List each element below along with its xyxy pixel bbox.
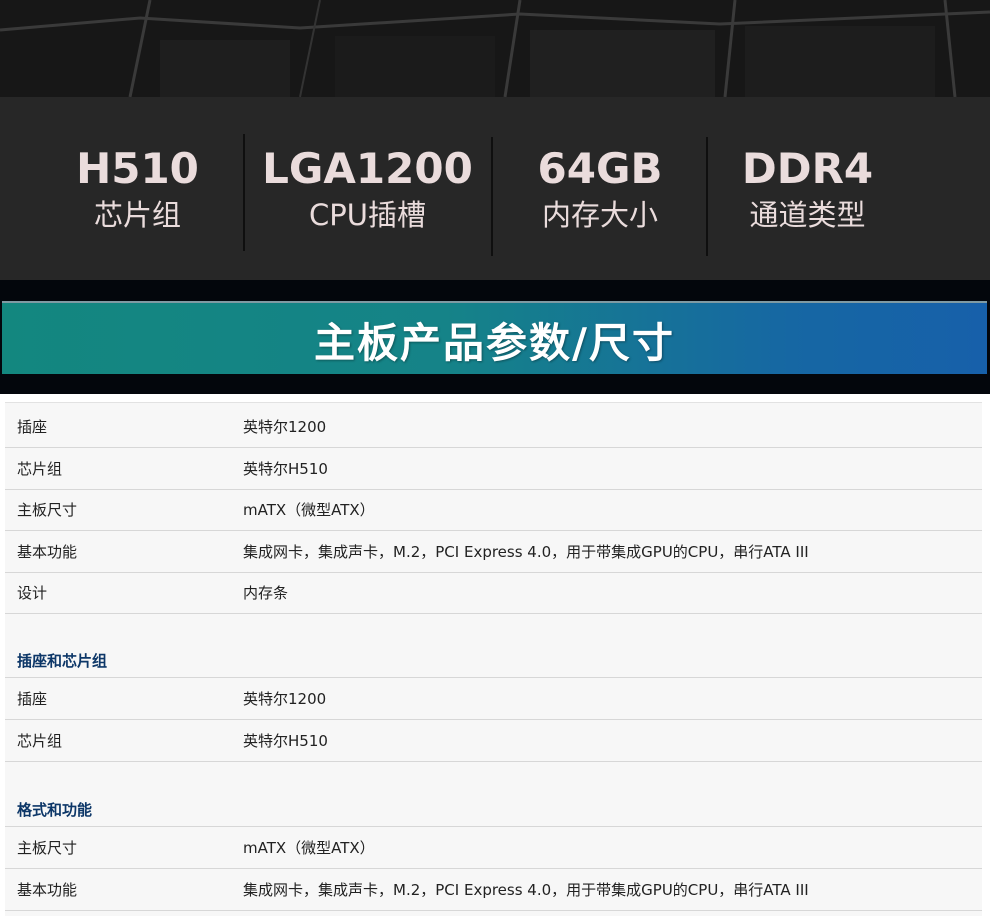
- row-key: 插座: [17, 690, 48, 708]
- row-value: mATX（微型ATX）: [243, 839, 375, 857]
- row-key: 主板尺寸: [17, 839, 78, 857]
- spec-strip: H510 芯片组 LGA1200 CPU插槽 64GB 内存大小 DDR4 通道…: [0, 97, 990, 280]
- row-value: 英特尔1200: [243, 418, 327, 436]
- hero-background: [0, 0, 990, 97]
- row-value: 集成网卡，集成声卡，M.2，PCI Express 4.0，用于带集成GPU的C…: [243, 543, 809, 561]
- row-key: 主板尺寸: [17, 501, 78, 519]
- table-row: 设计 内存条: [5, 572, 982, 614]
- spec-table: 插座 英特尔1200 芯片组 英特尔H510 主板尺寸 mATX（微型ATX） …: [5, 402, 982, 916]
- spec-value: 64GB: [537, 143, 663, 193]
- row-value: 内存条: [243, 584, 289, 602]
- spec-cpu-socket: LGA1200 CPU插槽: [250, 97, 485, 280]
- table-row: 芯片组 英特尔H510: [5, 448, 982, 490]
- spec-value: H510: [76, 143, 199, 193]
- table-row: 插座 英特尔1200: [5, 406, 982, 448]
- table-row: 主板尺寸 mATX（微型ATX）: [5, 489, 982, 531]
- spec-label: CPU插槽: [309, 197, 426, 232]
- row-value: 英特尔H510: [243, 732, 328, 750]
- spec-chipset: H510 芯片组: [40, 97, 235, 280]
- section-heading-socket-chipset: 插座和芯片组: [5, 612, 982, 678]
- spec-channel-type: DDR4 通道类型: [715, 97, 900, 280]
- section-title: 格式和功能: [17, 801, 93, 819]
- divider: [491, 137, 493, 256]
- banner-title: 主板产品参数/尺寸: [314, 318, 675, 367]
- table-top-border: [5, 402, 982, 403]
- row-key: 芯片组: [17, 460, 63, 478]
- spec-label: 芯片组: [93, 197, 181, 232]
- divider: [706, 137, 708, 256]
- spec-label: 内存大小: [541, 197, 658, 232]
- table-row: 插座 英特尔1200: [5, 678, 982, 720]
- row-key: 插座: [17, 418, 48, 436]
- tile-texture: [0, 0, 990, 97]
- table-row: 芯片组 英特尔H510: [5, 720, 982, 762]
- spec-memory-size: 64GB 内存大小: [500, 97, 700, 280]
- row-key: 基本功能: [17, 881, 78, 899]
- row-key: 基本功能: [17, 543, 78, 561]
- row-value: 英特尔1200: [243, 690, 327, 708]
- divider: [243, 134, 245, 251]
- section-title: 插座和芯片组: [17, 652, 108, 670]
- section-heading-format-features: 格式和功能: [5, 761, 982, 827]
- table-row: 主板尺寸 mATX（微型ATX）: [5, 827, 982, 869]
- spec-value: DDR4: [741, 143, 874, 193]
- table-row: 基本功能 集成网卡，集成声卡，M.2，PCI Express 4.0，用于带集成…: [5, 869, 982, 911]
- row-key: 设计: [17, 584, 48, 602]
- spec-value: LGA1200: [262, 143, 473, 193]
- row-value: mATX（微型ATX）: [243, 501, 375, 519]
- spec-label: 通道类型: [749, 197, 866, 232]
- table-row: 基本功能 集成网卡，集成声卡，M.2，PCI Express 4.0，用于带集成…: [5, 531, 982, 573]
- title-banner: 主板产品参数/尺寸: [2, 301, 987, 374]
- row-value: 英特尔H510: [243, 460, 328, 478]
- row-value: 集成网卡，集成声卡，M.2，PCI Express 4.0，用于带集成GPU的C…: [243, 881, 809, 899]
- row-key: 芯片组: [17, 732, 63, 750]
